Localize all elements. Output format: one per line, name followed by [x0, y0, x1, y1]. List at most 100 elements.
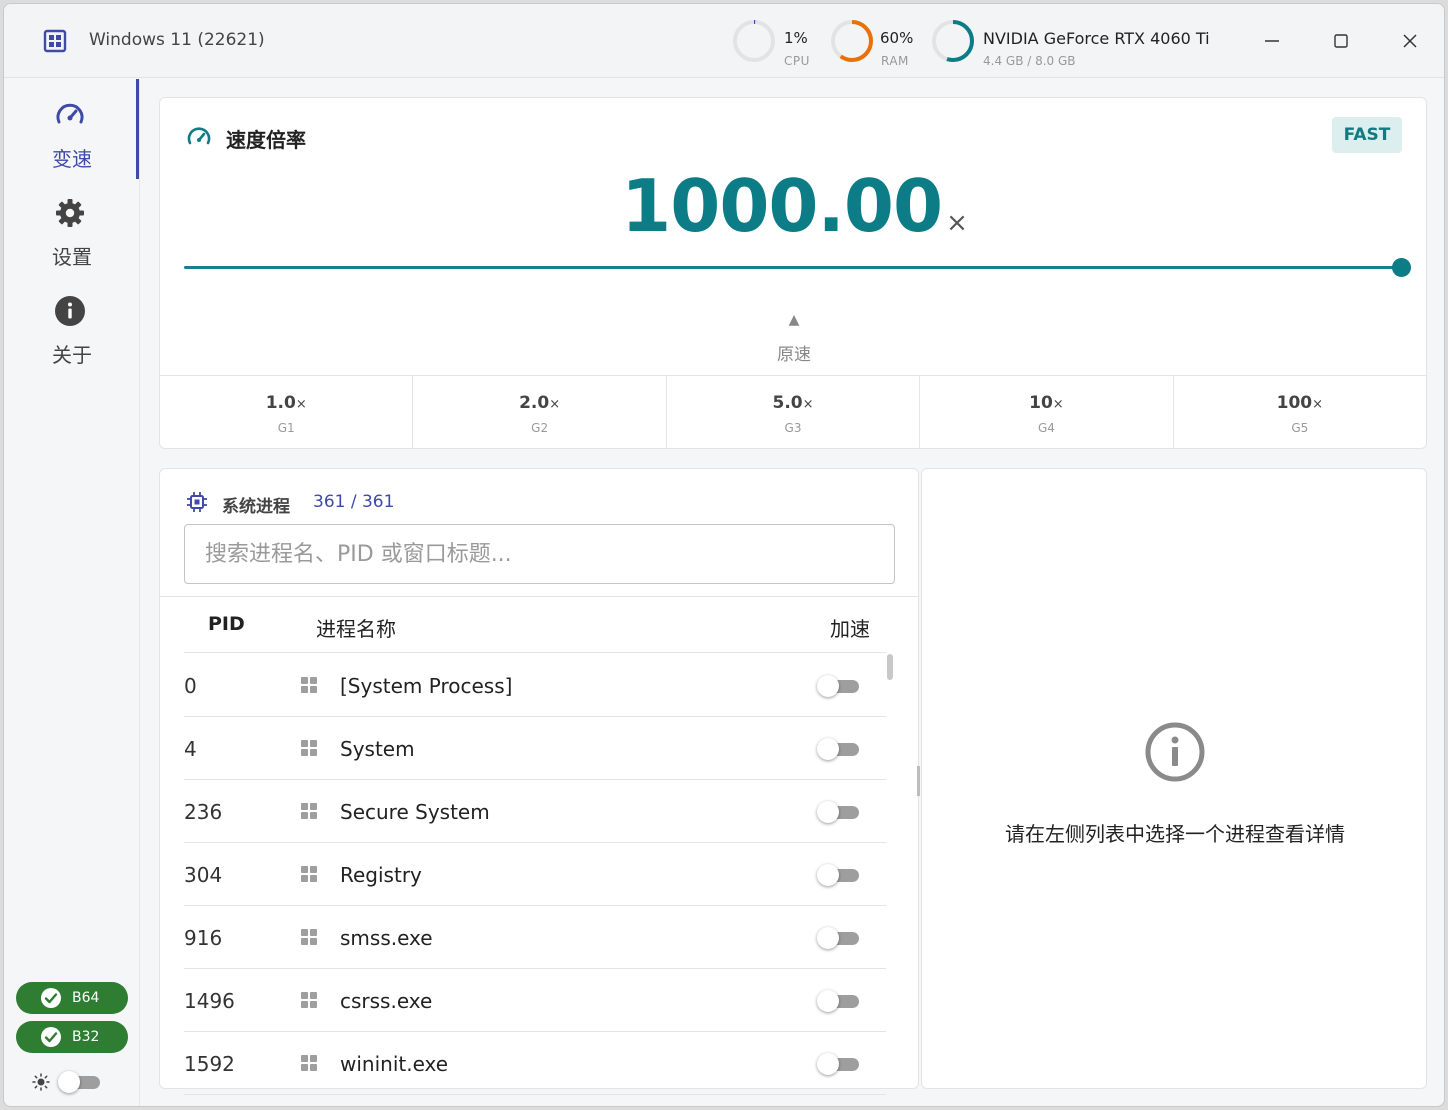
toggle-knob — [817, 738, 839, 760]
process-name: wininit.exe — [340, 1052, 449, 1076]
scrollbar-thumb[interactable] — [887, 654, 893, 680]
panel-splitter[interactable] — [917, 766, 920, 796]
preset-hotkey: G2 — [531, 421, 549, 435]
original-speed-label: 原速 — [777, 345, 811, 365]
process-table-body: 0 [System Process] 4 System 236 Secure System… — [184, 654, 886, 1095]
dark-mode-toggle[interactable] — [58, 1069, 102, 1095]
ram-gauge — [831, 20, 873, 62]
process-pid: 304 — [184, 863, 223, 887]
ram-value: 60% — [880, 29, 914, 47]
toggle-knob — [817, 864, 839, 886]
minimize-icon — [1265, 40, 1279, 42]
info-circle-icon — [1145, 722, 1205, 782]
table-row[interactable]: 916 smss.exe — [184, 906, 886, 969]
windows-app-icon — [301, 740, 317, 756]
windows-app-icon — [301, 866, 317, 882]
process-list-title: 系统进程 — [222, 497, 290, 517]
toggle-knob — [817, 801, 839, 823]
sun-icon — [32, 1073, 50, 1091]
accelerate-toggle[interactable] — [817, 862, 861, 888]
accelerate-toggle[interactable] — [817, 925, 861, 951]
badge-label: B64 — [72, 990, 100, 1006]
theme-toggle-row — [32, 1069, 112, 1095]
preset-g4[interactable]: 10× G4 — [920, 376, 1174, 449]
windows-app-icon — [301, 929, 317, 945]
cpu-gauge — [733, 20, 775, 62]
gear-icon — [56, 199, 84, 227]
speed-title: 速度倍率 — [226, 128, 306, 152]
cpu-grid-icon — [43, 29, 67, 53]
speed-card: 速度倍率 FAST 1000.00 × ▲ 原速 1.0× G1 2.0× G2 … — [159, 97, 1427, 449]
table-row[interactable]: 304 Registry — [184, 843, 886, 906]
accelerate-toggle[interactable] — [817, 988, 861, 1014]
accelerate-toggle[interactable] — [817, 736, 861, 762]
table-row[interactable]: 1592 wininit.exe — [184, 1032, 886, 1095]
chip-icon — [187, 492, 207, 512]
toggle-knob — [817, 675, 839, 697]
gpu-gauge — [932, 20, 974, 62]
title-bar: Windows 11 (22621) 1% CPU 60% RAM NVIDIA… — [4, 4, 1444, 78]
table-row[interactable]: 0 [System Process] — [184, 654, 886, 717]
column-header-name[interactable]: 进程名称 — [316, 613, 396, 642]
preset-g1[interactable]: 1.0× G1 — [160, 376, 414, 449]
cpu-label: CPU — [784, 54, 810, 68]
close-button[interactable] — [1395, 26, 1425, 56]
window-title: Windows 11 (22621) — [89, 30, 265, 50]
process-list-card: 系统进程 361 / 361 PID 进程名称 加速 0 [System Proc… — [159, 468, 919, 1095]
preset-value: 5.0 — [772, 393, 803, 413]
process-pid: 0 — [184, 674, 197, 698]
accelerate-toggle[interactable] — [817, 799, 861, 825]
process-name: csrss.exe — [340, 989, 433, 1013]
column-header-accelerate[interactable]: 加速 — [830, 613, 870, 642]
minimize-button[interactable] — [1257, 26, 1287, 56]
table-row[interactable]: 236 Secure System — [184, 780, 886, 843]
toggle-knob — [817, 990, 839, 1012]
maximize-icon — [1334, 34, 1348, 48]
table-row[interactable]: 1496 csrss.exe — [184, 969, 886, 1032]
toggle-knob — [817, 927, 839, 949]
process-pid: 1592 — [184, 1052, 235, 1076]
preset-hotkey: G3 — [784, 421, 802, 435]
status-badge-b64: B64 — [16, 982, 128, 1014]
preset-hotkey: G5 — [1291, 421, 1309, 435]
nav-label-settings: 设置 — [52, 245, 92, 269]
preset-hotkey: G1 — [277, 421, 295, 435]
cpu-value: 1% — [784, 29, 808, 47]
preset-unit: × — [1052, 397, 1064, 412]
process-pid: 236 — [184, 800, 223, 824]
app-window: Windows 11 (22621) 1% CPU 60% RAM NVIDIA… — [3, 3, 1445, 1107]
preset-unit: × — [549, 397, 561, 412]
preset-g2[interactable]: 2.0× G2 — [413, 376, 667, 449]
maximize-button[interactable] — [1326, 26, 1356, 56]
process-search-input[interactable] — [184, 524, 895, 584]
preset-g3[interactable]: 5.0× G3 — [667, 376, 921, 449]
nav-item-about[interactable]: 关于 — [4, 279, 140, 375]
badge-label: B32 — [72, 1029, 100, 1045]
speed-slider-thumb[interactable] — [1392, 258, 1411, 277]
preset-value: 10 — [1029, 393, 1053, 413]
process-name: System — [340, 737, 415, 761]
process-pid: 4 — [184, 737, 197, 761]
column-header-pid[interactable]: PID — [208, 613, 245, 635]
empty-state-message: 请在左侧列表中选择一个进程查看详情 — [1005, 822, 1345, 846]
toggle-knob — [58, 1071, 80, 1093]
table-row[interactable]: 4 System — [184, 717, 886, 780]
nav-label-about: 关于 — [52, 343, 92, 367]
sidebar: 变速 设置 关于 B64 B32 — [4, 79, 140, 1106]
close-icon — [1403, 34, 1417, 48]
preset-g5[interactable]: 100× G5 — [1174, 376, 1426, 449]
preset-hotkey: G4 — [1037, 421, 1055, 435]
preset-unit: × — [295, 397, 307, 412]
accelerate-toggle[interactable] — [817, 673, 861, 699]
process-name: Registry — [340, 863, 422, 887]
nav-item-settings[interactable]: 设置 — [4, 181, 140, 277]
process-pid: 1496 — [184, 989, 235, 1013]
windows-app-icon — [301, 992, 317, 1008]
toggle-knob — [817, 1053, 839, 1075]
process-name: smss.exe — [340, 926, 433, 950]
speed-slider-track[interactable] — [184, 266, 1402, 269]
accelerate-toggle[interactable] — [817, 1051, 861, 1077]
nav-item-speed[interactable]: 变速 — [4, 83, 140, 179]
windows-app-icon — [301, 677, 317, 693]
speed-value: 1000.00 — [621, 164, 943, 248]
